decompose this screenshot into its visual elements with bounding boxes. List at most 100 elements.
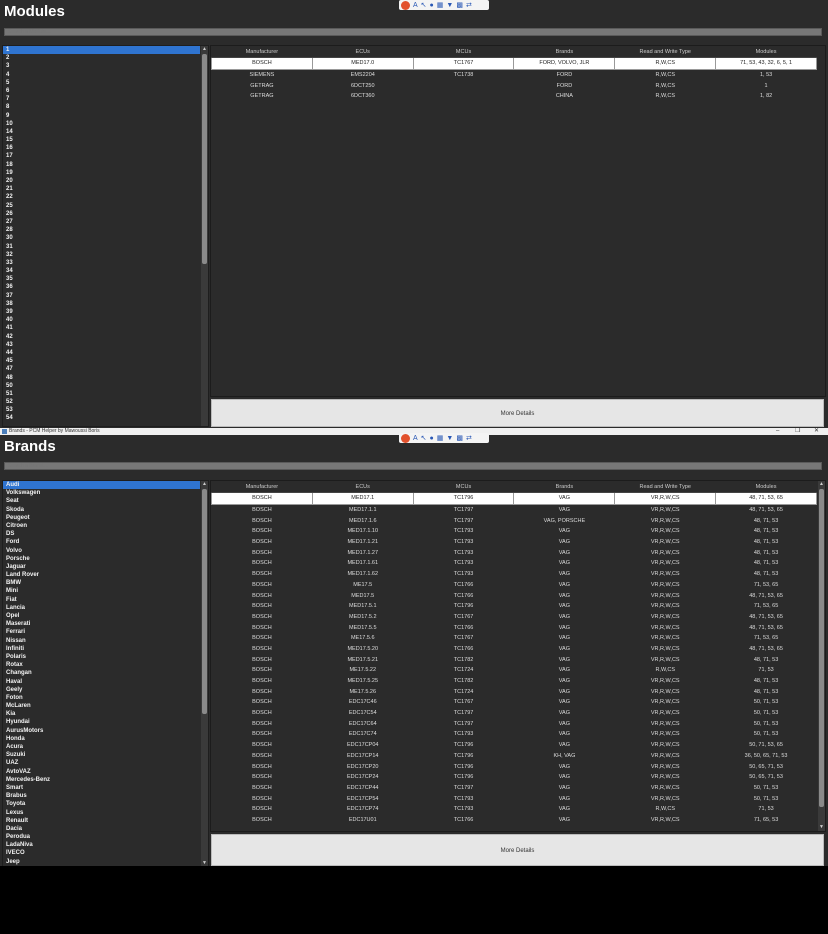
list-item[interactable]: 15 <box>3 136 200 144</box>
list-item[interactable]: Kia <box>3 710 200 718</box>
list-item[interactable]: 37 <box>3 292 200 300</box>
more-details-button[interactable]: More Details <box>211 399 824 427</box>
table-row[interactable]: BOSCH MED17.1.1 TC1797 VAG VR,R,W,CS 48, 71, … <box>212 504 817 515</box>
table-row[interactable]: BOSCH EDC17C74 TC1793 VAG VR,R,W,CS 50, 71, 5… <box>212 729 817 740</box>
cursor-icon[interactable]: ↖ <box>421 434 427 443</box>
list-item[interactable]: 26 <box>3 210 200 218</box>
list-item[interactable]: 25 <box>3 202 200 210</box>
column-header[interactable]: ECUs <box>312 481 414 493</box>
list-item[interactable]: 38 <box>3 300 200 308</box>
list-item[interactable]: Porsche <box>3 555 200 563</box>
table-row[interactable]: BOSCH EDC17CP20 TC1796 VAG VR,R,W,CS 50, 65, … <box>212 761 817 772</box>
brands-table-scrollbar[interactable]: ▲ ▼ <box>818 481 825 831</box>
list-item[interactable]: Lancia <box>3 604 200 612</box>
list-item[interactable]: 7 <box>3 95 200 103</box>
list-item[interactable]: IVECO <box>3 849 200 857</box>
table-row[interactable]: BOSCH MED17.5.20 TC1766 VAG VR,R,W,CS 48, 71,… <box>212 644 817 655</box>
list-item[interactable]: 31 <box>3 243 200 251</box>
table-row[interactable]: BOSCH ME17.5.26 TC1724 VAG VR,R,W,CS 48, 71, … <box>212 686 817 697</box>
list-item[interactable]: Volkswagen <box>3 489 200 497</box>
list-item[interactable]: 48 <box>3 374 200 382</box>
list-item[interactable]: 4 <box>3 71 200 79</box>
brand-list[interactable]: Audi Volkswagen Seat Skoda Peugeot Citroen DS F… <box>2 480 209 866</box>
list-item[interactable]: 45 <box>3 357 200 365</box>
table-row[interactable]: BOSCH MED17.5.21 TC1782 VAG VR,R,W,CS 48, 71,… <box>212 654 817 665</box>
list-item[interactable]: Brabus <box>3 792 200 800</box>
table-row[interactable]: BOSCH MED17.5.1 TC1796 VAG VR,R,W,CS 71, 53, … <box>212 601 817 612</box>
list-item[interactable]: 18 <box>3 161 200 169</box>
list-item[interactable]: UAZ <box>3 759 200 767</box>
list-item[interactable]: Opel <box>3 612 200 620</box>
list-item[interactable]: 42 <box>3 333 200 341</box>
table-row[interactable]: BOSCH MED17.1.6 TC1797 VAG, PORSCHE VR,R,W,C… <box>212 515 817 526</box>
font-icon[interactable]: A <box>413 1 418 10</box>
list-item[interactable]: 47 <box>3 365 200 373</box>
scrollbar-thumb[interactable] <box>202 489 207 714</box>
table-row[interactable]: GETRAG 6DCT360 CHINA R,W,CS 1, 82 <box>212 91 817 102</box>
scroll-up-icon[interactable]: ▲ <box>818 481 825 488</box>
brand-list-scrollbar[interactable]: ▲ ▼ <box>201 481 208 866</box>
table-row[interactable]: BOSCH ME17.5.22 TC1724 VAG R,W,CS 71, 53 <box>212 665 817 676</box>
list-item[interactable]: 20 <box>3 177 200 185</box>
app-logo-icon[interactable] <box>401 0 410 10</box>
list-item[interactable]: 53 <box>3 406 200 414</box>
list-item[interactable]: Jaguar <box>3 563 200 571</box>
table-row[interactable]: BOSCH MED17.5.5 TC1766 VAG VR,R,W,CS 48, 71, … <box>212 622 817 633</box>
list-item[interactable]: 33 <box>3 259 200 267</box>
list-item[interactable]: 14 <box>3 128 200 136</box>
list-item[interactable]: Infiniti <box>3 645 200 653</box>
table-row[interactable]: BOSCH MED17.1.61 TC1793 VAG VR,R,W,CS 48, 71,… <box>212 558 817 569</box>
list-item[interactable]: 9 <box>3 112 200 120</box>
list-item[interactable]: Hyundai <box>3 718 200 726</box>
more-details-button[interactable]: More Details <box>211 834 824 866</box>
list-item[interactable]: 39 <box>3 308 200 316</box>
scroll-up-icon[interactable]: ▲ <box>201 481 208 488</box>
module-search-input[interactable] <box>4 28 822 36</box>
list-item[interactable]: Geely <box>3 686 200 694</box>
list-item[interactable]: 17 <box>3 152 200 160</box>
table-row[interactable]: BOSCH MED17.1.62 TC1793 VAG VR,R,W,CS 48, 71,… <box>212 569 817 580</box>
list-item[interactable]: Citroen <box>3 522 200 530</box>
column-header[interactable]: Read and Write Type <box>614 481 716 493</box>
list-item[interactable]: 2 <box>3 54 200 62</box>
column-header[interactable]: MCUs <box>413 46 514 58</box>
floating-toolbar[interactable]: A ↖ ● ▦ ▼ ▩ ⇄ <box>399 0 489 10</box>
table-row[interactable]: BOSCH EDC17C64 TC1797 VAG VR,R,W,CS 50, 71, 5… <box>212 718 817 729</box>
list-item[interactable]: Nissan <box>3 637 200 645</box>
list-item[interactable]: Haval <box>3 678 200 686</box>
close-icon[interactable]: ✕ <box>814 428 819 435</box>
scroll-down-icon[interactable]: ▼ <box>818 824 825 831</box>
list-item[interactable]: 54 <box>3 414 200 422</box>
list-item[interactable]: 16 <box>3 144 200 152</box>
app-logo-icon[interactable] <box>401 433 410 443</box>
scroll-down-icon[interactable]: ▼ <box>201 860 208 866</box>
brand-search-input[interactable] <box>4 462 822 470</box>
list-item[interactable]: Peugeot <box>3 514 200 522</box>
table-row[interactable]: BOSCH MED17.5.2 TC1767 VAG VR,R,W,CS 48, 71, … <box>212 612 817 623</box>
list-item[interactable]: Mini <box>3 587 200 595</box>
list-item[interactable]: 6 <box>3 87 200 95</box>
column-header[interactable]: Manufacturer <box>211 481 313 493</box>
table-row[interactable]: BOSCH MED17.1.10 TC1793 VAG VR,R,W,CS 48, 71,… <box>212 526 817 537</box>
mic-icon[interactable]: ● <box>430 434 434 443</box>
scroll-up-icon[interactable]: ▲ <box>201 46 208 53</box>
list-item[interactable]: 34 <box>3 267 200 275</box>
column-header[interactable]: Manufacturer <box>211 46 313 58</box>
table-row[interactable]: BOSCH EDC17CP74 TC1793 VAG R,W,CS 71, 53 <box>212 804 817 815</box>
list-item[interactable]: 51 <box>3 390 200 398</box>
list-item[interactable]: Foton <box>3 694 200 702</box>
list-item[interactable]: Fiat <box>3 596 200 604</box>
column-header[interactable]: Read and Write Type <box>614 46 716 58</box>
column-header[interactable]: MCUs <box>413 481 514 493</box>
table-row[interactable]: BOSCH ME17.5.6 TC1767 VAG VR,R,W,CS 71, 53, 6… <box>212 633 817 644</box>
list-item[interactable]: Changan <box>3 669 200 677</box>
keyboard-icon[interactable]: ▦ <box>437 1 444 10</box>
list-item[interactable]: Renault <box>3 817 200 825</box>
list-item[interactable]: 40 <box>3 316 200 324</box>
module-list[interactable]: 1 2 3 4 5 6 7 8 9 10 14 15 16 17 18 19 20 21 22 25 26 27 28 30 3… <box>2 45 209 427</box>
table-row[interactable]: BOSCH EDC17CP24 TC1796 VAG VR,R,W,CS 50, 65, … <box>212 772 817 783</box>
list-item[interactable]: DS <box>3 530 200 538</box>
scrollbar-thumb[interactable] <box>202 54 207 264</box>
table-row[interactable]: BOSCH MED17.1 TC1796 VAG VR,R,W,CS 48, 71, 53… <box>211 492 817 505</box>
list-item[interactable]: 10 <box>3 120 200 128</box>
